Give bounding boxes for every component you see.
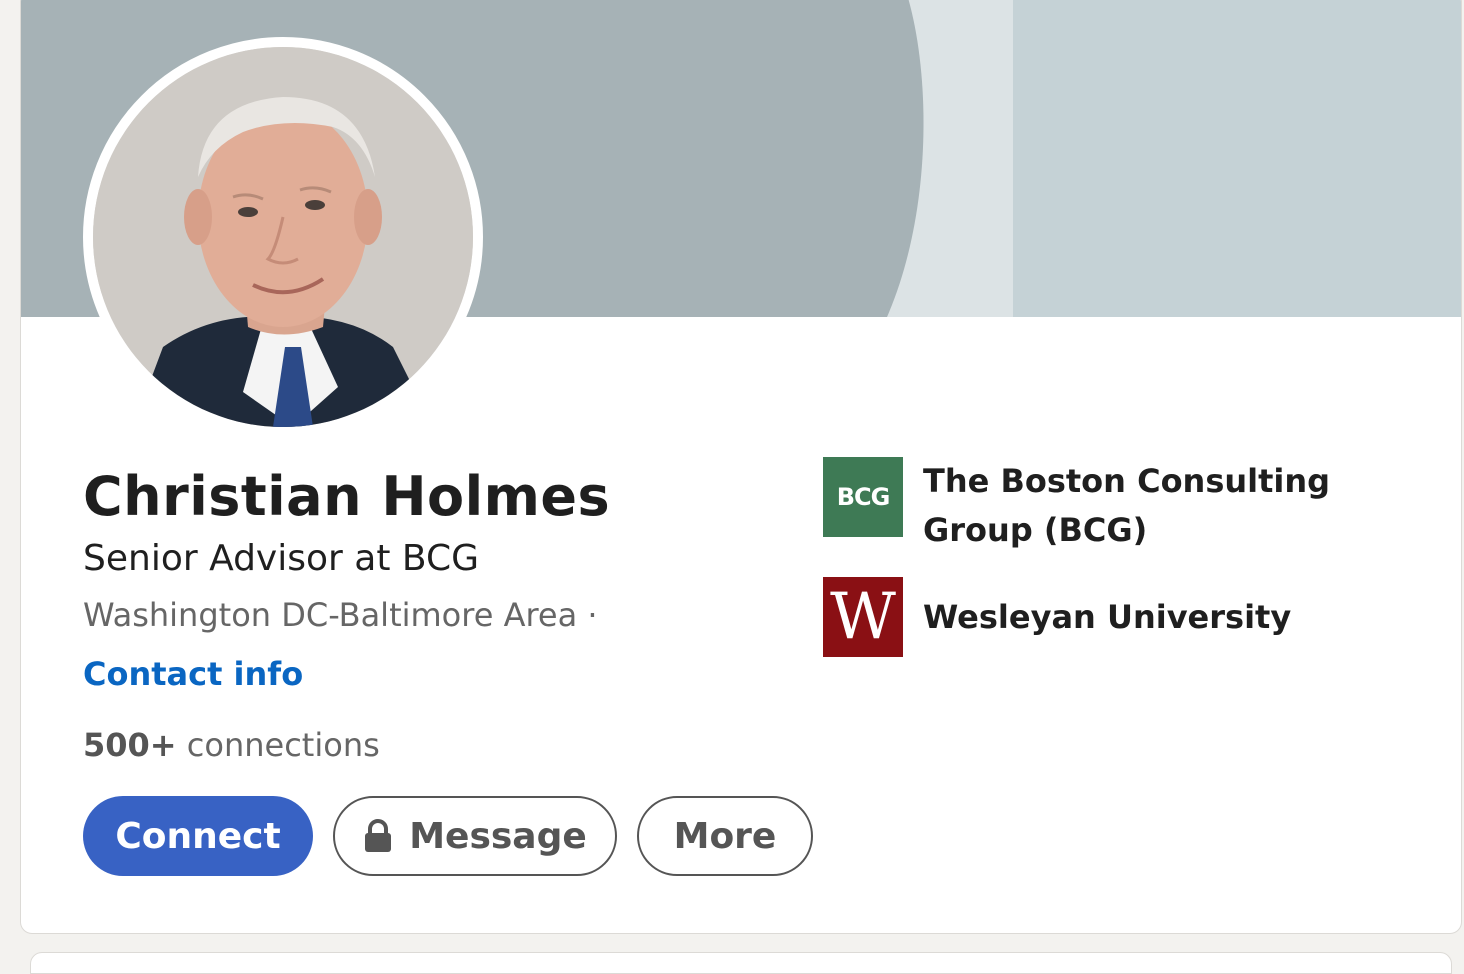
organization-name: Wesleyan University [923, 598, 1292, 636]
connections-count[interactable]: 500+ connections [83, 726, 380, 764]
organization-name: The Boston Consulting Group (BCG) [923, 462, 1331, 549]
connect-button[interactable]: Connect [83, 796, 313, 876]
message-button[interactable]: Message [333, 796, 617, 876]
profile-name: Christian Holmes [83, 465, 611, 528]
connections-label: connections [176, 726, 380, 764]
lock-icon [363, 819, 393, 853]
contact-info-link[interactable]: Contact info [83, 655, 303, 693]
message-button-label: Message [409, 815, 587, 857]
more-button[interactable]: More [637, 796, 813, 876]
next-section-card [30, 952, 1452, 974]
organization-item[interactable]: BCG The Boston Consulting Group (BCG) [823, 457, 1403, 555]
more-button-label: More [673, 815, 777, 857]
wesleyan-logo: W [823, 577, 903, 657]
connections-number: 500+ [83, 726, 177, 764]
connect-button-label: Connect [115, 815, 281, 857]
organization-item[interactable]: W Wesleyan University [823, 577, 1403, 657]
bcg-logo: BCG [823, 457, 903, 537]
profile-location: Washington DC-Baltimore Area · [83, 596, 598, 634]
profile-headline: Senior Advisor at BCG [83, 538, 479, 579]
profile-card: Christian Holmes Senior Advisor at BCG W… [20, 0, 1462, 934]
profile-photo[interactable] [83, 37, 483, 437]
